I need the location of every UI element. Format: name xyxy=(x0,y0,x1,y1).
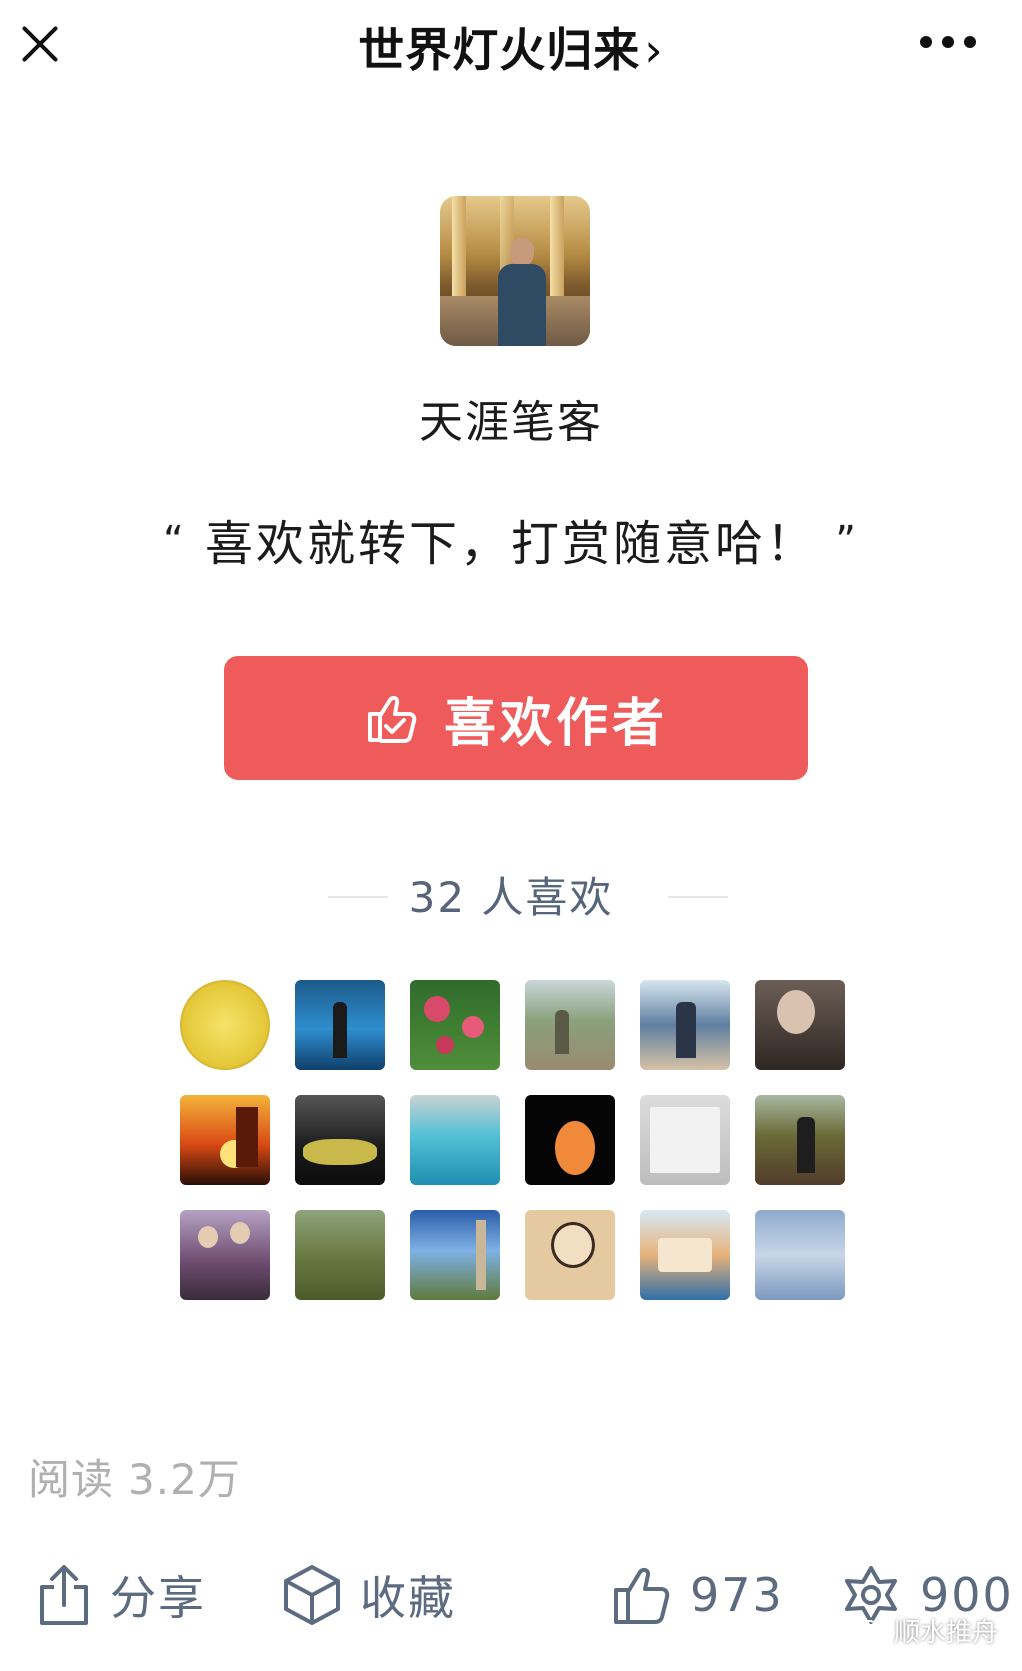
favorite-button[interactable]: 收藏 xyxy=(282,1560,456,1630)
author-avatar[interactable] xyxy=(440,196,590,346)
chevron-right-icon: › xyxy=(644,23,664,77)
liker-avatar[interactable] xyxy=(640,980,730,1070)
likes-count: 32 人喜欢 xyxy=(408,873,614,922)
header-title-link[interactable]: 世界灯火归来› xyxy=(0,14,1022,80)
liker-avatar-grid xyxy=(180,980,846,1300)
dot-icon xyxy=(964,36,976,48)
like-count: 973 xyxy=(690,1568,784,1622)
author-name: 天涯笔客 xyxy=(419,397,603,448)
like-author-label: 喜欢作者 xyxy=(443,693,668,754)
liker-avatar[interactable] xyxy=(525,1095,615,1185)
page-title: 世界灯火归来 xyxy=(358,23,641,77)
read-count: 阅读 3.2万 xyxy=(28,1446,241,1507)
like-button[interactable]: 973 xyxy=(612,1560,784,1630)
liker-avatar[interactable] xyxy=(410,1210,500,1300)
watermark: 顺水推舟 xyxy=(857,1612,998,1649)
liker-avatar[interactable] xyxy=(295,1095,385,1185)
read-value: 3.2万 xyxy=(128,1455,241,1504)
cube-icon xyxy=(284,1565,340,1625)
watermark-text: 顺水推舟 xyxy=(893,1618,998,1648)
quote-close-mark: ” xyxy=(835,518,859,564)
liker-avatar[interactable] xyxy=(525,1210,615,1300)
favorite-label: 收藏 xyxy=(360,1571,456,1625)
thumbs-up-icon xyxy=(614,1567,670,1624)
quote-text: 喜欢就转下，打赏随意哈！ xyxy=(204,516,817,572)
author-quote: “ 喜欢就转下，打赏随意哈！ ” xyxy=(0,504,1022,574)
read-label: 阅读 xyxy=(28,1455,115,1504)
liker-avatar[interactable] xyxy=(640,1210,730,1300)
more-options-button[interactable] xyxy=(920,36,980,50)
thumbs-up-icon xyxy=(367,695,417,743)
dot-icon xyxy=(942,36,954,48)
share-button[interactable]: 分享 xyxy=(36,1560,206,1630)
dot-icon xyxy=(920,36,932,48)
liker-avatar[interactable] xyxy=(755,980,845,1070)
share-icon xyxy=(40,1565,88,1625)
share-label: 分享 xyxy=(110,1571,206,1625)
liker-avatar[interactable] xyxy=(525,980,615,1070)
like-author-button[interactable]: 喜欢作者 xyxy=(224,656,808,780)
liker-avatar[interactable] xyxy=(755,1095,845,1185)
liker-avatar[interactable] xyxy=(410,1095,500,1185)
liker-avatar[interactable] xyxy=(180,1210,270,1300)
liker-avatar[interactable] xyxy=(295,1210,385,1300)
liker-avatar[interactable] xyxy=(180,1095,270,1185)
wechat-icon xyxy=(857,1619,887,1641)
liker-avatar[interactable] xyxy=(755,1210,845,1300)
quote-open-mark: “ xyxy=(162,518,187,564)
liker-avatar[interactable] xyxy=(295,980,385,1070)
liker-avatar[interactable] xyxy=(640,1095,730,1185)
liker-avatar[interactable] xyxy=(180,980,270,1070)
liker-avatar[interactable] xyxy=(410,980,500,1070)
